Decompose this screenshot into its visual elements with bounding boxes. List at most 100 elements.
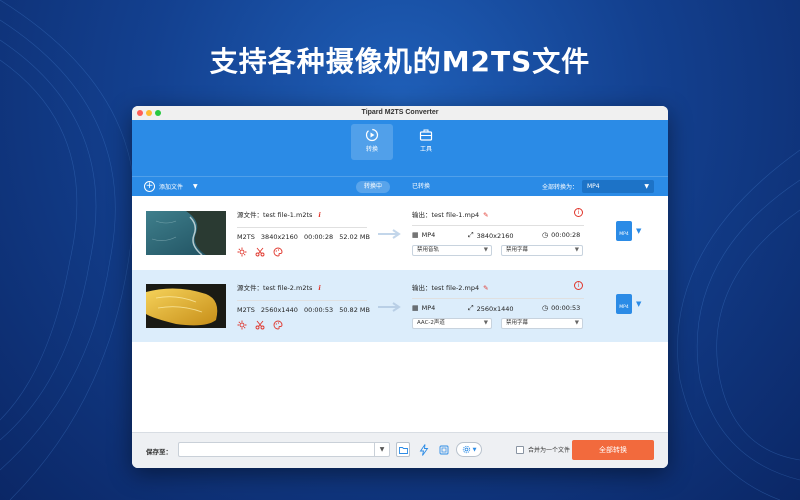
source-meta: M2TS 2560x1440 00:00:53 50.82 MB	[237, 306, 374, 314]
file-row[interactable]: 源文件：test file-2.m2ts i M2TS 2560x1440 00:…	[132, 270, 668, 342]
bottom-bar: 保存至： ▼ ▼ 合并为一个文件 全部转换	[132, 432, 668, 468]
minimize-window-button[interactable]	[146, 110, 152, 116]
plus-icon: +	[144, 181, 155, 192]
info-icon[interactable]: i	[318, 284, 320, 292]
add-files-button[interactable]: + 添加文件 ▼	[144, 181, 198, 192]
enhance-icon[interactable]	[237, 320, 247, 330]
open-folder-button[interactable]	[396, 442, 410, 457]
output-resolution-prop: ⤢ 3840x2160	[468, 231, 514, 240]
audio-track-select[interactable]: 禁用音轨 ▼	[412, 245, 492, 256]
audio-track-select[interactable]: AAC-2声道 ▼	[412, 318, 492, 329]
clock-icon: ◷	[542, 231, 549, 239]
toolbox-icon	[419, 129, 433, 141]
file-row[interactable]: 源文件：test file-1.m2ts i M2TS 3840x2160 00:…	[132, 197, 668, 269]
sub-toolbar: + 添加文件 ▼ 转换中 已转换 全部转换为： MP4 ▼	[132, 176, 668, 196]
output-file-label: 输出：test file-2.mp4 ✎	[412, 282, 489, 292]
lightning-icon	[419, 443, 429, 456]
arrow-right-icon	[378, 229, 401, 239]
add-files-label: 添加文件	[159, 184, 184, 191]
output-duration: 00:00:53	[551, 304, 581, 312]
subtitle-value: 禁用字幕	[506, 247, 529, 253]
video-thumbnail[interactable]	[146, 211, 226, 255]
title-bar: Tipard M2TS Converter	[132, 106, 668, 120]
source-format: M2TS	[237, 233, 255, 241]
merge-checkbox[interactable]	[516, 445, 524, 454]
output-format-prop: ▦ MP4	[412, 304, 435, 312]
warning-icon[interactable]: i	[574, 281, 583, 290]
source-meta: M2TS 3840x2160 00:00:28 52.02 MB	[237, 233, 374, 241]
output-duration: 00:00:28	[551, 231, 581, 239]
output-format-badge[interactable]: MP4	[616, 221, 632, 241]
divider	[237, 227, 367, 228]
output-format-prop: ▦ MP4	[412, 231, 435, 239]
tab-converting[interactable]: 转换中	[356, 181, 391, 193]
output-format: MP4	[421, 231, 436, 239]
edit-icon[interactable]: ✎	[483, 284, 488, 292]
gpu-icon	[439, 445, 449, 454]
source-file-label: 源文件：test file-2.m2ts i	[237, 282, 321, 292]
output-props: ▦ MP4 ⤢ 2560x1440 ◷ 00:00:53	[412, 304, 584, 314]
output-format-badge[interactable]: MP4	[616, 294, 632, 314]
zoom-window-button[interactable]	[155, 110, 161, 116]
subtitle-select[interactable]: 禁用字幕 ▼	[501, 318, 583, 329]
source-file-label: 源文件：test file-1.m2ts i	[237, 209, 321, 219]
source-file-name: 源文件：test file-2.m2ts	[237, 284, 313, 292]
source-size: 52.02 MB	[339, 233, 370, 241]
palette-icon[interactable]	[273, 247, 283, 257]
divider	[412, 298, 584, 299]
tab-converted[interactable]: 已转换	[404, 181, 438, 193]
info-icon[interactable]: i	[318, 211, 320, 219]
chevron-down-icon: ▼	[483, 320, 488, 326]
output-format: MP4	[421, 304, 436, 312]
gpu-accel-button[interactable]	[436, 442, 452, 457]
headline: 支持各种摄像机的M2TS文件	[209, 45, 591, 78]
convert-all-format-select[interactable]: MP4 ▼	[582, 180, 654, 193]
audio-track-value: 禁用音轨	[417, 247, 440, 253]
divider	[412, 225, 584, 226]
save-path-input[interactable]	[178, 442, 390, 457]
chevron-down-icon: ▼	[644, 183, 649, 190]
subtitle-value: 禁用字幕	[506, 320, 529, 326]
film-icon: ▦	[412, 304, 419, 312]
chevron-down-icon[interactable]: ▼	[374, 443, 389, 456]
scissors-icon[interactable]	[255, 320, 265, 330]
chevron-down-icon[interactable]: ▼	[636, 300, 641, 308]
resize-icon: ⤢	[468, 231, 474, 239]
video-thumbnail[interactable]	[146, 284, 226, 328]
subtitle-select[interactable]: 禁用字幕 ▼	[501, 245, 583, 256]
tab-toolbox[interactable]: 工具	[405, 124, 447, 160]
hardware-accel-button[interactable]	[416, 442, 432, 457]
film-icon: ▦	[412, 231, 419, 239]
enhance-icon[interactable]	[237, 247, 247, 257]
resize-icon: ⤢	[468, 304, 474, 312]
source-size: 50.82 MB	[339, 306, 370, 314]
output-props: ▦ MP4 ⤢ 3840x2160 ◷ 00:00:28	[412, 231, 584, 241]
chevron-down-icon[interactable]: ▼	[636, 227, 641, 235]
convert-all-label: 全部转换为：	[542, 184, 579, 191]
window-controls	[137, 110, 161, 116]
chevron-down-icon: ▼	[574, 320, 579, 326]
merge-label: 合并为一个文件	[528, 447, 571, 454]
output-duration-prop: ◷ 00:00:53	[542, 304, 580, 312]
close-window-button[interactable]	[137, 110, 143, 116]
edit-icon[interactable]: ✎	[483, 211, 488, 219]
warning-icon[interactable]: i	[574, 208, 583, 217]
source-resolution: 3840x2160	[260, 233, 298, 241]
source-format: M2TS	[237, 306, 255, 314]
gear-icon	[462, 445, 470, 454]
clock-icon: ◷	[542, 304, 549, 312]
chevron-down-icon: ▼	[483, 247, 488, 253]
output-file-name: 输出：test file-1.mp4	[412, 211, 480, 219]
palette-icon[interactable]	[273, 320, 283, 330]
merge-option[interactable]: 合并为一个文件	[516, 445, 570, 454]
row-actions	[237, 247, 283, 257]
tab-convert[interactable]: 转换	[351, 124, 393, 160]
audio-track-value: AAC-2声道	[417, 320, 445, 326]
scissors-icon[interactable]	[255, 247, 265, 257]
tab-convert-label: 转换	[365, 146, 378, 153]
output-resolution: 2560x1440	[476, 304, 514, 313]
convert-all-button[interactable]: 全部转换	[572, 440, 654, 460]
divider	[237, 300, 367, 301]
settings-button[interactable]: ▼	[456, 442, 482, 457]
convert-all-format-value: MP4	[587, 183, 600, 190]
